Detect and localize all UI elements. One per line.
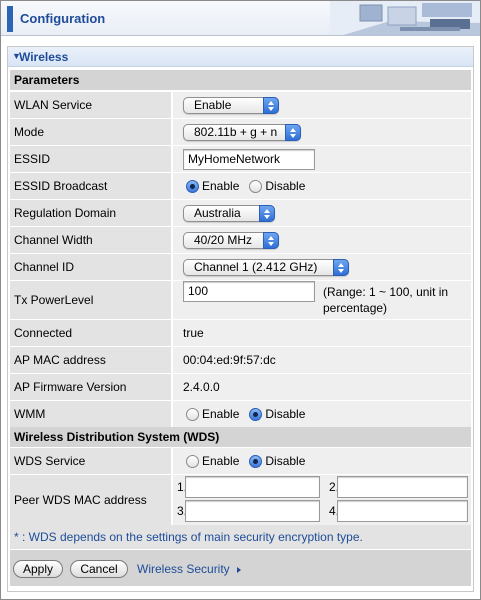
select-arrows-icon bbox=[263, 231, 279, 249]
parameters-heading: Parameters bbox=[10, 70, 471, 90]
row-essid-broadcast: ESSID Broadcast Enable Disable bbox=[10, 173, 471, 199]
header-accent-bar bbox=[7, 6, 13, 32]
mode-label: Mode bbox=[10, 119, 171, 145]
ap-mac-value: 00:04:ed:9f:57:dc bbox=[183, 353, 276, 367]
row-peer-wds-mac: Peer WDS MAC address 1. 2. 3. 4. bbox=[10, 475, 471, 525]
essid-broadcast-enable-label: Enable bbox=[202, 179, 240, 193]
row-connected: Connected true bbox=[10, 320, 471, 346]
select-arrows-icon bbox=[263, 96, 279, 114]
connected-label: Connected bbox=[10, 320, 171, 346]
wmm-enable-radio[interactable] bbox=[186, 407, 199, 421]
regulation-domain-value: Australia bbox=[194, 205, 241, 220]
row-essid: ESSID MyHomeNetwork bbox=[10, 146, 471, 172]
regulation-domain-label: Regulation Domain bbox=[10, 200, 171, 226]
channel-id-select[interactable]: Channel 1 (2.412 GHz) bbox=[183, 258, 349, 276]
peer-mac-1-input[interactable] bbox=[185, 476, 320, 498]
wmm-label: WMM bbox=[10, 401, 171, 427]
page-header: Configuration bbox=[1, 1, 480, 36]
peer-mac-4-input[interactable] bbox=[337, 500, 468, 522]
wmm-enable-label: Enable bbox=[202, 407, 240, 421]
essid-broadcast-disable-radio[interactable] bbox=[249, 179, 263, 193]
row-wlan-service: WLAN Service Enable bbox=[10, 92, 471, 118]
row-regulation-domain: Regulation Domain Australia bbox=[10, 200, 471, 226]
wlan-service-select[interactable]: Enable bbox=[183, 96, 279, 114]
row-ap-mac: AP MAC address 00:04:ed:9f:57:dc bbox=[10, 347, 471, 373]
row-channel-width: Channel Width 40/20 MHz bbox=[10, 227, 471, 253]
mode-select[interactable]: 802.11b + g + n bbox=[183, 123, 301, 141]
wlan-service-label: WLAN Service bbox=[10, 92, 171, 118]
channel-id-value: Channel 1 (2.412 GHz) bbox=[194, 259, 318, 274]
essid-broadcast-disable-option[interactable]: Disable bbox=[249, 179, 305, 193]
channel-width-label: Channel Width bbox=[10, 227, 171, 253]
row-ap-firmware: AP Firmware Version 2.4.0.0 bbox=[10, 374, 471, 400]
peer-mac-3-input[interactable] bbox=[185, 500, 320, 522]
row-mode: Mode 802.11b + g + n bbox=[10, 119, 471, 145]
wmm-disable-radio[interactable] bbox=[249, 407, 263, 421]
peer-wds-mac-label: Peer WDS MAC address bbox=[10, 475, 171, 525]
row-wds-service: WDS Service Enable Disable bbox=[10, 448, 471, 474]
essid-broadcast-disable-label: Disable bbox=[265, 179, 306, 193]
tx-power-label: Tx PowerLevel bbox=[10, 281, 171, 319]
essid-label: ESSID bbox=[10, 146, 171, 172]
page-title: Configuration bbox=[20, 11, 106, 26]
wlan-service-value: Enable bbox=[194, 97, 232, 112]
wds-disable-option[interactable]: Disable bbox=[249, 454, 305, 468]
ap-mac-label: AP MAC address bbox=[10, 347, 171, 373]
essid-broadcast-enable-option[interactable]: Enable bbox=[186, 179, 239, 193]
peer-mac-2-input[interactable] bbox=[337, 476, 468, 498]
channel-width-select[interactable]: 40/20 MHz bbox=[183, 231, 279, 249]
wds-heading: Wireless Distribution System (WDS) bbox=[10, 427, 471, 447]
section-bar-wireless[interactable]: ▼ Wireless bbox=[8, 47, 473, 67]
ap-firmware-value: 2.4.0.0 bbox=[183, 380, 220, 394]
wds-service-label: WDS Service bbox=[10, 448, 171, 474]
row-channel-id: Channel ID Channel 1 (2.412 GHz) bbox=[10, 254, 471, 280]
apply-button[interactable]: Apply bbox=[13, 560, 63, 578]
footer-bar: Apply Cancel Wireless Security bbox=[10, 550, 471, 586]
tx-power-hint-line1: (Range: 1 ~ 100, unit in bbox=[323, 285, 449, 299]
essid-broadcast-enable-radio[interactable] bbox=[186, 179, 199, 193]
row-tx-power: Tx PowerLevel 100 (Range: 1 ~ 100, unit … bbox=[10, 281, 471, 319]
wireless-section: ▼ Wireless Parameters WLAN Service Enabl… bbox=[7, 46, 474, 592]
ap-firmware-label: AP Firmware Version bbox=[10, 374, 171, 400]
channel-width-value: 40/20 MHz bbox=[194, 232, 253, 247]
wds-enable-option[interactable]: Enable bbox=[186, 454, 239, 468]
select-arrows-icon bbox=[333, 258, 349, 276]
row-wmm: WMM Enable Disable bbox=[10, 401, 471, 427]
mode-value: 802.11b + g + n bbox=[194, 124, 278, 139]
essid-input[interactable]: MyHomeNetwork bbox=[183, 148, 315, 170]
channel-id-label: Channel ID bbox=[10, 254, 171, 280]
wds-enable-label: Enable bbox=[202, 454, 240, 468]
office-banner-image bbox=[330, 1, 480, 35]
tx-power-hint: (Range: 1 ~ 100, unit in percentage) bbox=[323, 284, 448, 316]
cancel-button[interactable]: Cancel bbox=[70, 560, 128, 578]
select-arrows-icon bbox=[285, 123, 301, 141]
tx-power-hint-line2: percentage) bbox=[323, 301, 388, 315]
wds-enable-radio[interactable] bbox=[186, 454, 199, 468]
wmm-disable-option[interactable]: Disable bbox=[249, 407, 305, 421]
select-arrows-icon bbox=[259, 204, 275, 222]
wmm-disable-label: Disable bbox=[265, 407, 306, 421]
wds-disable-label: Disable bbox=[265, 454, 306, 468]
essid-broadcast-label: ESSID Broadcast bbox=[10, 173, 171, 199]
connected-value: true bbox=[183, 326, 204, 340]
wireless-security-link[interactable]: Wireless Security bbox=[137, 562, 230, 576]
wds-note: * : WDS depends on the settings of main … bbox=[10, 525, 471, 549]
tx-power-input[interactable]: 100 bbox=[183, 281, 315, 302]
link-arrow-icon[interactable] bbox=[237, 567, 241, 573]
wds-disable-radio[interactable] bbox=[249, 454, 263, 468]
regulation-domain-select[interactable]: Australia bbox=[183, 204, 275, 222]
wmm-enable-option[interactable]: Enable bbox=[186, 407, 239, 421]
section-title: Wireless bbox=[19, 50, 69, 64]
